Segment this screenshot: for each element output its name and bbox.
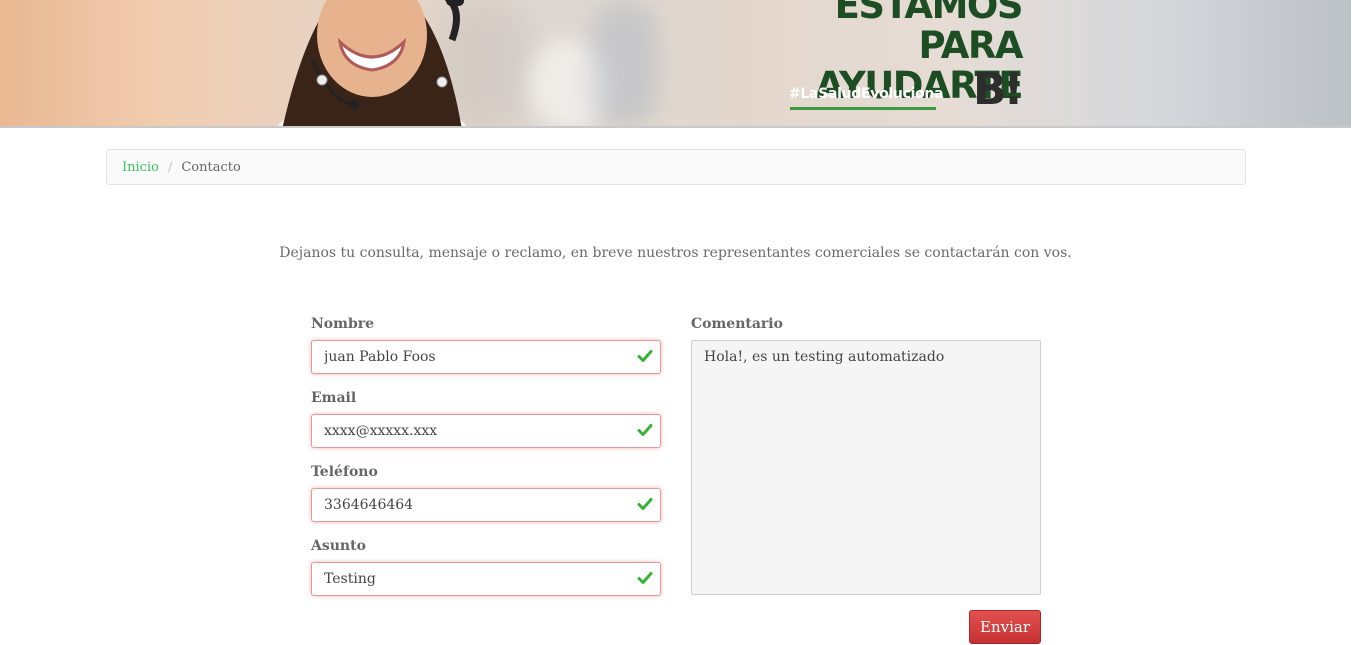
banner-headline-line1: ESTAMOS PARA: [834, 0, 1024, 67]
contact-intro-text: Dejanos tu consulta, mensaje o reclamo, …: [279, 245, 1072, 261]
valid-check-icon: [637, 350, 653, 362]
telefono-label: Teléfono: [311, 464, 378, 480]
comentario-label: Comentario: [691, 316, 783, 332]
comentario-textarea[interactable]: Hola!, es un testing automatizado: [691, 340, 1041, 595]
breadcrumb-current: Contacto: [181, 159, 241, 175]
enviar-button[interactable]: Enviar: [969, 610, 1041, 644]
email-input[interactable]: [311, 414, 661, 448]
telefono-input[interactable]: [311, 488, 661, 522]
valid-check-icon: [637, 498, 653, 510]
valid-check-icon: [637, 572, 653, 584]
banner-background-blur: [590, 0, 660, 126]
asunto-label: Asunto: [311, 538, 366, 554]
email-field-wrapper: [311, 414, 661, 448]
support-agent-photo: [278, 0, 466, 126]
asunto-field-wrapper: [311, 562, 661, 596]
valid-check-icon: [637, 424, 653, 436]
breadcrumb: Inicio / Contacto: [106, 149, 1246, 185]
banner-hashtag: #LaSaludEvoluciona: [789, 86, 944, 102]
telefono-field-wrapper: [311, 488, 661, 522]
nombre-input[interactable]: [311, 340, 661, 374]
header-banner: ESTAMOS PARA AYUDARTE #LaSaludEvoluciona…: [0, 0, 1351, 128]
brand-logo: B!: [973, 64, 1024, 115]
breadcrumb-separator: /: [167, 159, 173, 175]
email-label: Email: [311, 390, 357, 406]
hashtag-underline: [790, 107, 936, 110]
nombre-label: Nombre: [311, 316, 375, 332]
nombre-field-wrapper: [311, 340, 661, 374]
asunto-input[interactable]: [311, 562, 661, 596]
breadcrumb-home-link[interactable]: Inicio: [122, 160, 159, 175]
